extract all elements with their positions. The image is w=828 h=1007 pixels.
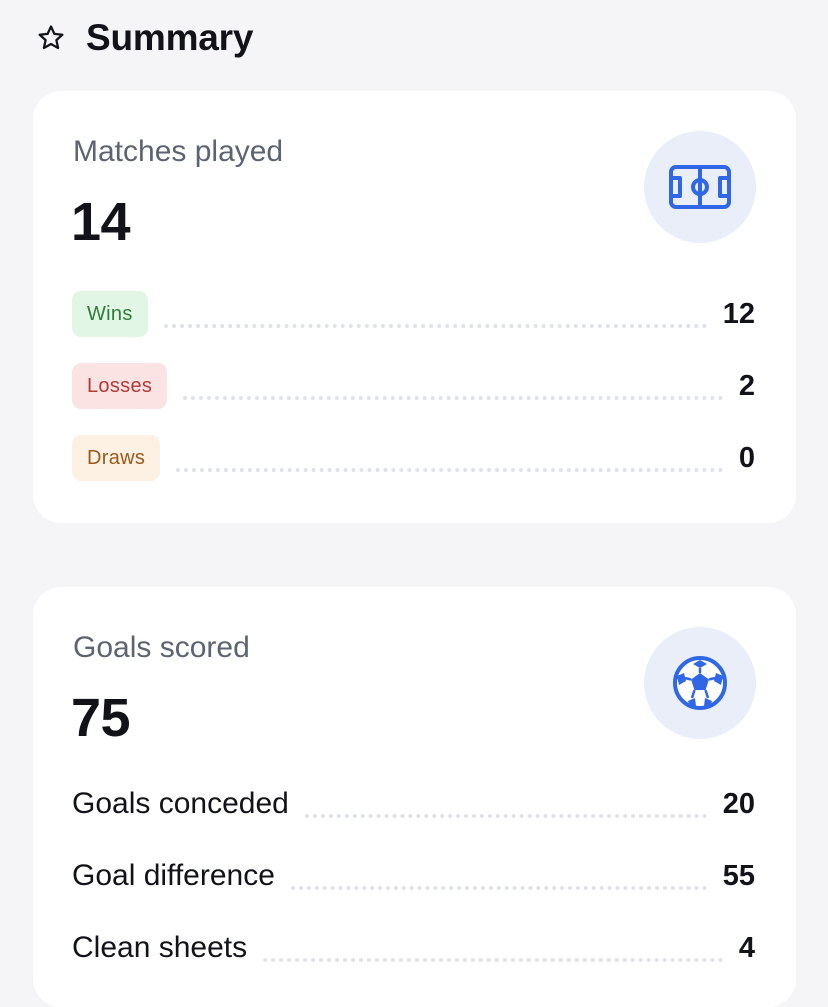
wins-row: Wins 12 [72,291,755,337]
goals-conceded-value: 20 [722,787,755,820]
page-title: Summary [86,17,254,58]
losses-badge: Losses [72,363,168,409]
summary-header: Summary [36,14,253,62]
goals-scored-value: 75 [71,688,131,748]
dotted-leader [183,396,723,400]
dotted-leader [163,324,707,328]
matches-played-label: Matches played [73,135,284,168]
goals-conceded-label: Goals conceded [72,787,289,820]
goals-conceded-row: Goals conceded 20 [72,787,755,821]
goal-difference-label: Goal difference [72,859,275,892]
dotted-leader [263,958,723,962]
matches-played-value: 14 [71,192,131,252]
dotted-leader [304,814,707,818]
goal-difference-value: 55 [722,859,755,892]
soccer-ball-icon-badge [644,627,756,739]
goals-scored-card: Goals scored 75 Goals conceded 20 Goal d… [33,587,796,1007]
star-icon[interactable] [36,23,66,53]
dotted-leader [176,468,723,472]
matches-played-card: Matches played 14 Wins 12 Losses 2 Draws… [33,91,796,523]
clean-sheets-value: 4 [738,931,755,964]
clean-sheets-label: Clean sheets [72,931,248,964]
clean-sheets-row: Clean sheets 4 [72,931,755,965]
goal-difference-row: Goal difference 55 [72,859,755,893]
losses-value: 2 [738,369,755,402]
soccer-ball-icon [673,656,727,710]
draws-value: 0 [738,441,755,474]
losses-row: Losses 2 [72,363,755,409]
wins-badge: Wins [72,291,148,337]
dotted-leader [290,886,707,890]
goals-scored-label: Goals scored [73,631,250,664]
draws-badge: Draws [72,435,161,481]
draws-row: Draws 0 [72,435,755,481]
wins-value: 12 [722,297,755,330]
football-pitch-icon-badge [644,131,756,243]
football-pitch-icon [669,165,731,209]
